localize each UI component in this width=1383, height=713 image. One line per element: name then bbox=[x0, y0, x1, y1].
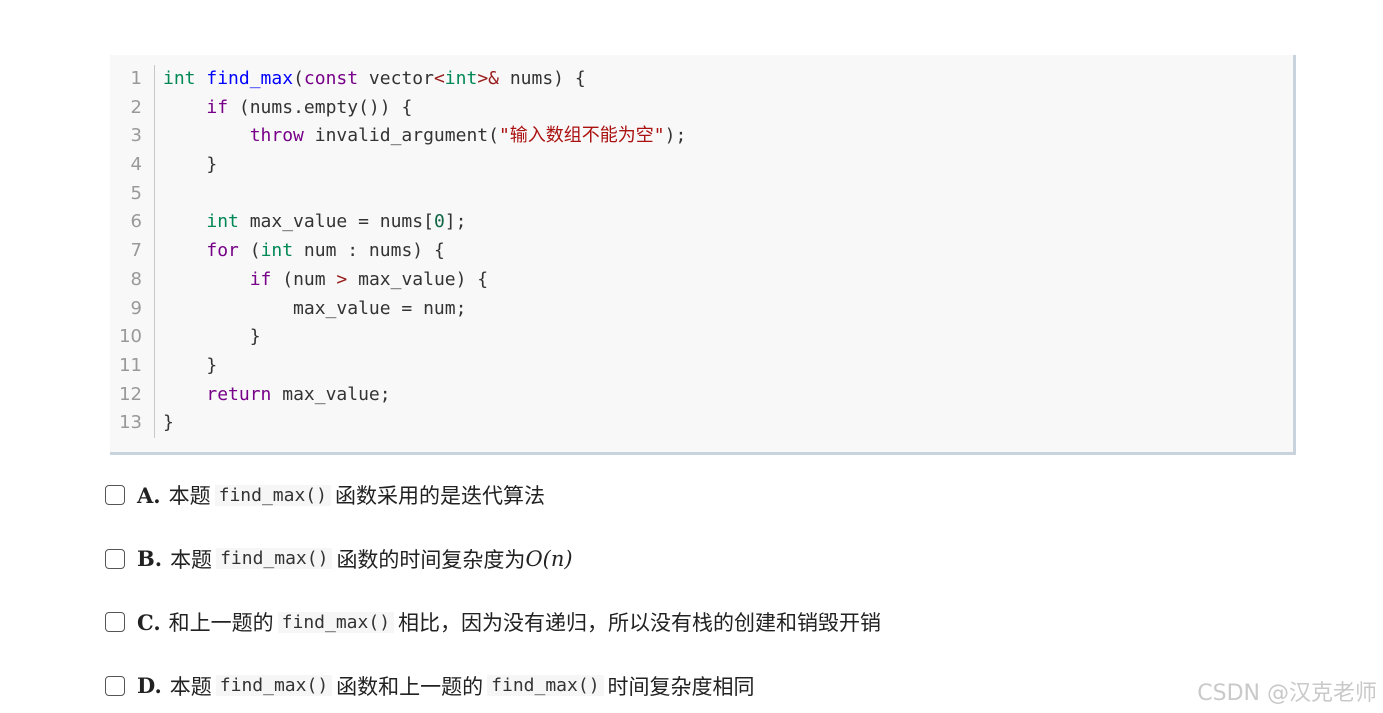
checkbox-b[interactable] bbox=[105, 548, 125, 569]
code-text: max_value = num; bbox=[293, 297, 467, 319]
code-line: 10 } bbox=[110, 323, 686, 352]
checkbox-a[interactable] bbox=[105, 485, 125, 505]
math-expression: O(n) bbox=[525, 546, 573, 571]
option-c[interactable]: C. 和上一题的 find_max() 相比，因为没有递归，所以没有栈的创建和销… bbox=[105, 605, 881, 639]
code-text: } bbox=[163, 412, 174, 434]
code-line: 3 throw invalid_argument("输入数组不能为空"); bbox=[110, 122, 687, 152]
inline-code: find_max() bbox=[215, 675, 333, 696]
option-text: 函数采用的是迭代算法 bbox=[334, 484, 545, 508]
code-text: } bbox=[206, 354, 218, 376]
option-text: 本题 bbox=[168, 484, 211, 508]
line-number: 8 bbox=[110, 265, 155, 295]
line-number: 3 bbox=[110, 122, 155, 152]
code-text: for (int num : nums) { bbox=[206, 240, 445, 262]
line-number: 5 bbox=[110, 179, 155, 209]
checkbox-d[interactable] bbox=[105, 675, 125, 696]
code-text: if (nums.empty()) { bbox=[206, 96, 413, 118]
code-line: 1 int find_max(const vector<int>& nums) … bbox=[110, 65, 686, 94]
inline-code: find_max() bbox=[277, 611, 395, 633]
line-number: 10 bbox=[110, 323, 155, 352]
option-letter: C. bbox=[137, 609, 161, 635]
inline-code: find_max() bbox=[214, 484, 331, 506]
code-text: throw invalid_argument("输入数组不能为空"); bbox=[249, 125, 687, 147]
option-d[interactable]: D. 本题 find_max() 函数和上一题的 find_max() 时间复杂… bbox=[105, 669, 881, 703]
code-line: 6 int max_value = nums[0]; bbox=[110, 208, 686, 238]
option-a[interactable]: A. 本题 find_max() 函数采用的是迭代算法 bbox=[105, 478, 881, 512]
line-number: 6 bbox=[110, 208, 155, 238]
code-lines: 1 int find_max(const vector<int>& nums) … bbox=[110, 65, 686, 438]
code-text: return max_value; bbox=[206, 383, 391, 405]
code-line: 2 if (nums.empty()) { bbox=[110, 93, 686, 123]
line-number: 2 bbox=[110, 93, 155, 123]
line-number: 4 bbox=[110, 151, 155, 180]
code-line: 13 } bbox=[110, 409, 686, 438]
line-number: 12 bbox=[110, 380, 155, 410]
code-text: if (num > max_value) { bbox=[249, 268, 489, 290]
code-text: } bbox=[206, 154, 218, 176]
option-text: 本题 bbox=[170, 547, 213, 572]
option-text: 时间复杂度相同 bbox=[607, 674, 755, 699]
line-number: 7 bbox=[110, 237, 155, 266]
code-line: 5 bbox=[110, 179, 686, 209]
code-text: int max_value = nums[0]; bbox=[206, 211, 467, 233]
checkbox-c[interactable] bbox=[105, 612, 125, 632]
code-text: int find_max(const vector<int>& nums) { bbox=[163, 68, 586, 89]
option-text: 和上一题的 bbox=[168, 611, 274, 635]
option-text: 相比，因为没有递归，所以没有栈的创建和销毁开销 bbox=[398, 611, 882, 635]
code-line: 9 max_value = num; bbox=[110, 294, 686, 324]
inline-code: find_max() bbox=[216, 548, 333, 569]
answer-options: A. 本题 find_max() 函数采用的是迭代算法 B. 本题 find_m… bbox=[105, 478, 881, 713]
option-letter: B. bbox=[137, 546, 163, 571]
inline-code: find_max() bbox=[487, 675, 604, 696]
line-number: 9 bbox=[110, 294, 155, 324]
code-line: 11 } bbox=[110, 351, 686, 381]
line-number: 11 bbox=[110, 351, 155, 381]
code-text: } bbox=[249, 326, 261, 348]
option-text: 本题 bbox=[169, 674, 212, 699]
option-text: 函数和上一题的 bbox=[336, 674, 484, 699]
option-letter: A. bbox=[137, 482, 161, 508]
line-number: 1 bbox=[110, 65, 155, 94]
option-letter: D. bbox=[137, 673, 162, 698]
code-block: 1 int find_max(const vector<int>& nums) … bbox=[110, 55, 1296, 455]
code-line: 12 return max_value; bbox=[110, 380, 686, 410]
code-line: 4 } bbox=[110, 151, 686, 180]
code-line: 8 if (num > max_value) { bbox=[110, 265, 686, 295]
watermark: CSDN @汉克老师 bbox=[1197, 681, 1377, 706]
line-number: 13 bbox=[110, 409, 155, 438]
code-line: 7 for (int num : nums) { bbox=[110, 237, 686, 266]
option-b[interactable]: B. 本题 find_max() 函数的时间复杂度为 O(n) bbox=[105, 542, 881, 576]
option-text: 函数的时间复杂度为 bbox=[336, 547, 526, 572]
